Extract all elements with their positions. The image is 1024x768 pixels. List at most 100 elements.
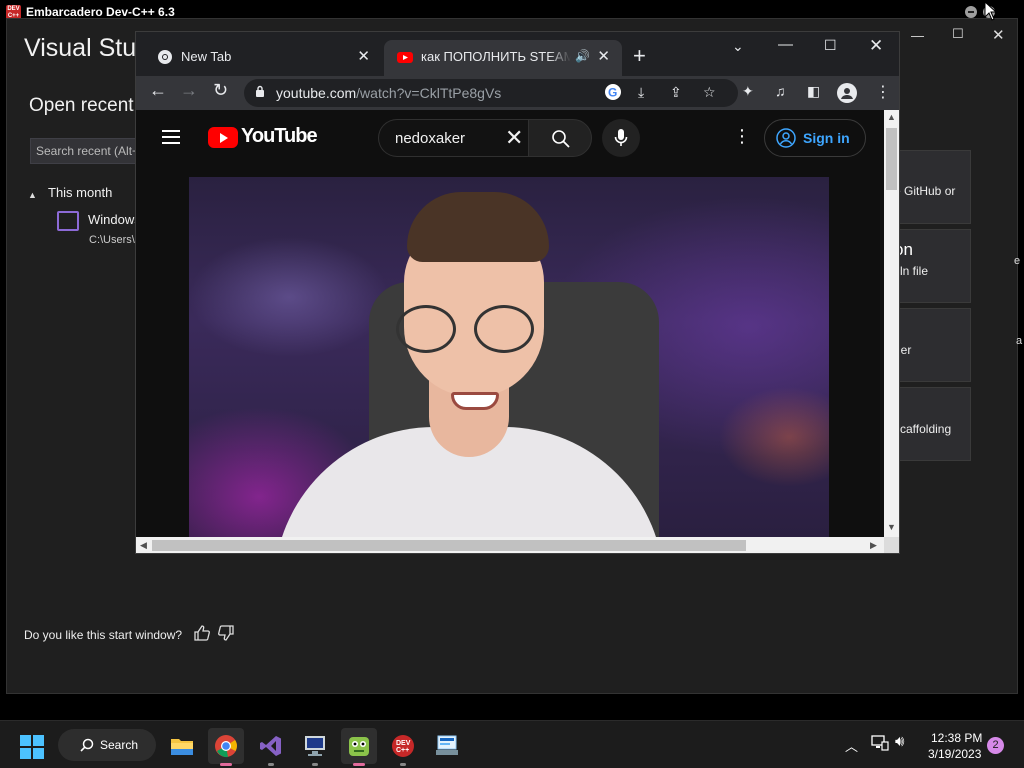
taskbar-chrome[interactable] — [208, 728, 244, 766]
media-control-icon[interactable]: ♫ — [775, 83, 786, 99]
chrome-tab-strip: New Tab ✕ как ПОПОЛНИТЬ STEAM? З 🔊 ✕ + ⌄… — [136, 32, 899, 76]
vertical-scroll-thumb[interactable] — [886, 128, 897, 190]
vs-feedback-text: Do you like this start window? — [24, 628, 183, 642]
video-frame-person-hair — [407, 192, 549, 262]
youtube-icon — [397, 49, 413, 65]
game-character-icon — [349, 737, 369, 756]
url-path: /watch?v=CklTtPe8gVs — [356, 85, 502, 101]
chrome-window: New Tab ✕ как ПОПОЛНИТЬ STEAM? З 🔊 ✕ + ⌄… — [135, 31, 900, 554]
network-icon[interactable] — [871, 735, 889, 756]
svg-text:G: G — [608, 86, 617, 100]
running-indicator — [353, 763, 365, 766]
youtube-logo-icon[interactable] — [208, 127, 238, 148]
voice-search-button[interactable] — [602, 119, 640, 157]
thumbs-down-icon[interactable] — [217, 625, 235, 646]
taskbar-search-label: Search — [100, 738, 139, 752]
reload-icon[interactable]: ↻ — [213, 80, 228, 101]
url-text[interactable]: youtube.com/watch?v=CklTtPe8gVs — [276, 85, 501, 101]
remote-desktop-icon — [436, 735, 458, 755]
taskbar-remote-desktop[interactable] — [429, 728, 465, 764]
visual-studio-icon — [260, 736, 281, 756]
devcpp-minimize-button[interactable] — [965, 6, 977, 18]
tab-youtube[interactable]: как ПОПОЛНИТЬ STEAM? З 🔊 ✕ — [384, 40, 622, 76]
tab-label: как ПОПОЛНИТЬ STEAM? З — [421, 49, 571, 64]
taskbar-dev-cpp[interactable]: DEV C++ — [385, 728, 421, 766]
vertical-scrollbar[interactable]: ▲ ▼ — [884, 110, 899, 537]
install-app-icon[interactable]: ⤓ — [638, 84, 644, 101]
running-indicator — [312, 763, 318, 766]
vs-card-clone-text: e GitHub or — [894, 184, 956, 198]
forward-arrow-icon[interactable]: → — [180, 80, 198, 101]
scroll-right-arrow-icon[interactable]: ▶ — [870, 540, 877, 551]
back-arrow-icon[interactable]: ← — [149, 80, 167, 101]
hamburger-menu-icon[interactable] — [162, 130, 180, 148]
vs-close-button[interactable]: ✕ — [992, 26, 1005, 44]
chrome-icon — [215, 735, 237, 758]
tray-overflow-chevron-icon[interactable]: ︿ — [845, 736, 858, 755]
vs-minimize-button[interactable]: — — [911, 28, 924, 43]
side-panel-icon[interactable]: ◧ — [807, 83, 820, 100]
address-bar[interactable]: youtube.com/watch?v=CklTtPe8gVs G ⤓ ⇪ ☆ — [244, 79, 738, 107]
clock-time[interactable]: 12:38 PM — [931, 731, 982, 745]
tab-new-tab[interactable]: New Tab ✕ — [144, 40, 382, 76]
search-query-text: nedoxaker — [395, 130, 466, 147]
notification-count-badge[interactable]: 2 — [987, 737, 1004, 754]
chrome-menu-kebab-icon[interactable]: ⋮ — [875, 82, 891, 102]
taskbar-pc-app[interactable] — [297, 728, 333, 766]
scroll-up-arrow-icon[interactable]: ▲ — [887, 112, 896, 122]
taskbar-file-explorer[interactable] — [164, 728, 200, 764]
vs-group-this-month[interactable]: This month — [48, 185, 112, 200]
youtube-sign-in-button[interactable]: Sign in — [764, 119, 866, 157]
vs-maximize-button[interactable]: ☐ — [952, 26, 964, 42]
taskbar-search-button[interactable]: Search — [58, 729, 156, 761]
sign-in-label: Sign in — [803, 130, 850, 146]
account-circle-icon — [776, 128, 796, 148]
lock-icon[interactable] — [255, 85, 265, 103]
youtube-settings-kebab-icon[interactable]: ⋮ — [733, 126, 751, 147]
horizontal-scrollbar[interactable]: ◀ ▶ — [136, 537, 884, 553]
chrome-toolbar: ← → ↻ youtube.com/watch?v=CklTtPe8gVs G … — [136, 76, 899, 110]
tab-search-chevron-icon[interactable]: ⌄ — [732, 38, 744, 55]
bookmark-star-icon[interactable]: ☆ — [703, 84, 716, 101]
dev-cpp-icon: DEVC++ — [392, 735, 414, 757]
speaker-icon[interactable]: 🔊 — [575, 49, 590, 63]
running-indicator — [220, 763, 232, 766]
tab-close-icon[interactable]: ✕ — [597, 47, 610, 65]
windows-taskbar: Search DEV C++ ︿ 🔊︎ 12:38 PM 3/19/2023 2 — [0, 720, 1024, 768]
new-tab-plus-icon[interactable]: + — [633, 43, 646, 69]
chrome-minimize-button[interactable]: — — [778, 36, 793, 53]
running-indicator — [400, 763, 406, 766]
volume-icon[interactable]: 🔊︎ — [895, 733, 904, 750]
youtube-search-input[interactable]: nedoxaker ✕ — [378, 119, 528, 157]
scroll-left-arrow-icon[interactable]: ◀ — [140, 540, 147, 551]
clear-search-icon[interactable]: ✕ — [505, 125, 523, 151]
collapse-caret-icon[interactable]: ▲ — [28, 190, 37, 200]
devcpp-window-title: Embarcadero Dev-C++ 6.3 — [26, 5, 175, 19]
vs-solution-icon — [57, 211, 79, 231]
extensions-puzzle-icon[interactable]: ✦ — [742, 83, 754, 100]
taskbar-game-app[interactable] — [341, 728, 377, 766]
youtube-page: YouTube nedoxaker ✕ ⋮ Sign in — [136, 110, 884, 537]
google-lens-icon[interactable]: G — [604, 83, 622, 104]
youtube-search-button[interactable] — [528, 119, 592, 157]
share-icon[interactable]: ⇪ — [670, 84, 682, 101]
tab-close-icon[interactable]: ✕ — [357, 47, 370, 65]
taskbar-visual-studio[interactable] — [253, 728, 289, 766]
chrome-maximize-button[interactable]: ☐ — [824, 37, 837, 54]
chrome-close-button[interactable]: ✕ — [869, 36, 883, 56]
glasses-right-lens — [474, 305, 534, 353]
vs-open-recent-heading: Open recent — [29, 95, 134, 116]
scroll-down-arrow-icon[interactable]: ▼ — [887, 522, 896, 532]
profile-avatar-icon[interactable] — [837, 83, 857, 103]
horizontal-scroll-thumb[interactable] — [152, 540, 746, 551]
vs-card-new-text: scaffolding — [894, 422, 952, 436]
svg-text:C++: C++ — [396, 747, 409, 754]
vs-search-recent-input[interactable]: Search recent (Alt+S) — [30, 138, 150, 164]
video-player[interactable] — [189, 177, 829, 537]
url-host: youtube.com — [276, 85, 357, 101]
svg-text:DEV: DEV — [396, 740, 411, 747]
clock-date[interactable]: 3/19/2023 — [928, 747, 981, 761]
windows-start-icon[interactable] — [20, 735, 44, 759]
thumbs-up-icon[interactable] — [193, 625, 211, 646]
youtube-logo-text[interactable]: YouTube — [241, 125, 318, 148]
